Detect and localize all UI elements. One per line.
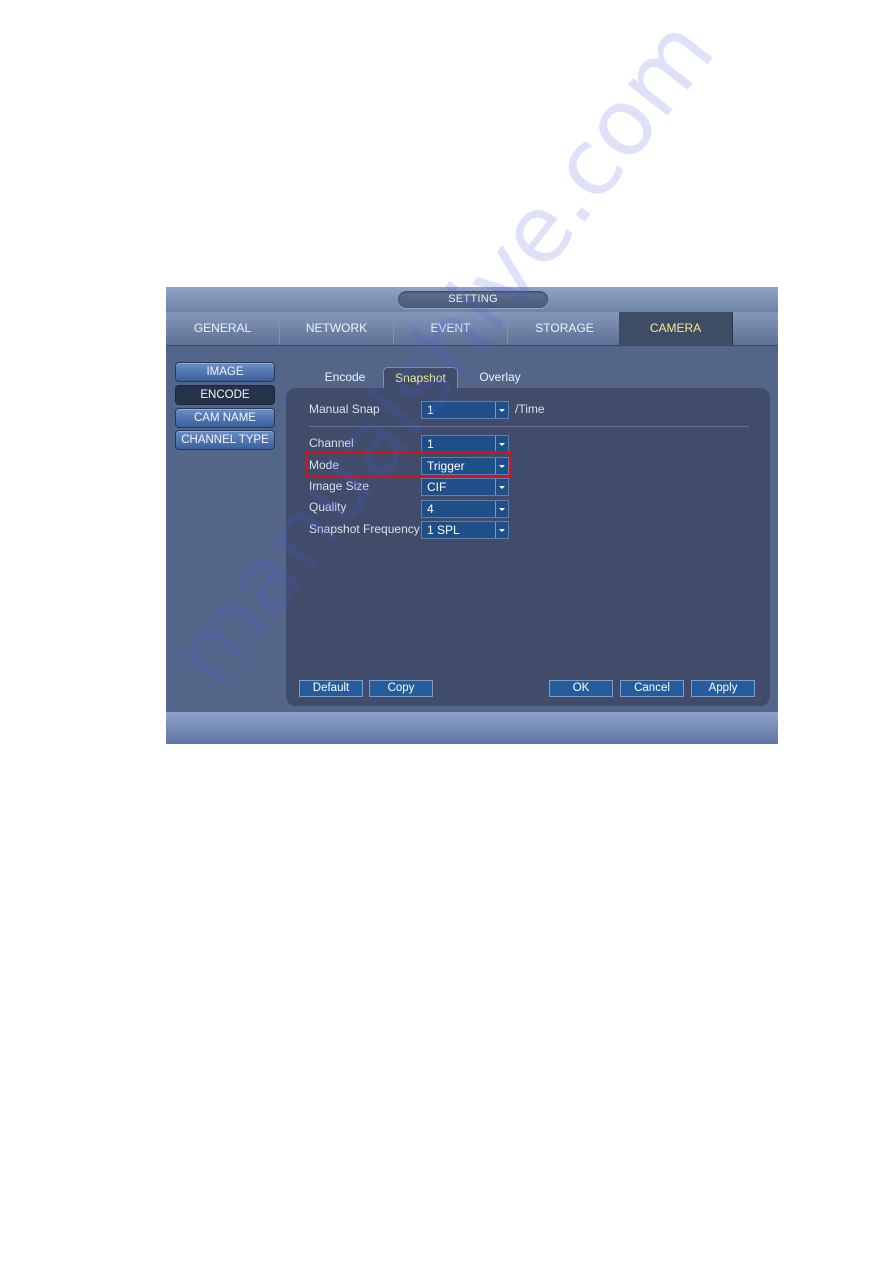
chevron-down-icon[interactable] (495, 501, 508, 517)
snapshot-frequency-select[interactable]: 1 SPL (421, 521, 509, 539)
subtab-snapshot[interactable]: Snapshot (383, 367, 458, 388)
content-area: IMAGE ENCODE CAM NAME CHANNEL TYPE Encod… (166, 346, 778, 712)
chevron-down-icon[interactable] (495, 436, 508, 452)
apply-button[interactable]: Apply (691, 680, 755, 697)
sidebar-item-channel-type[interactable]: CHANNEL TYPE (175, 430, 275, 450)
cancel-button[interactable]: Cancel (620, 680, 684, 697)
sidebar-item-encode[interactable]: ENCODE (175, 385, 275, 405)
snapshot-panel: Manual Snap 1 /Time Channel 1 Mode Trigg… (286, 388, 770, 706)
chevron-down-icon[interactable] (495, 479, 508, 495)
mode-select[interactable]: Trigger (421, 457, 509, 475)
image-size-select[interactable]: CIF (421, 478, 509, 496)
quality-value: 4 (427, 502, 434, 516)
tab-general[interactable]: GENERAL (166, 312, 280, 345)
divider (309, 426, 749, 427)
manual-snap-select[interactable]: 1 (421, 401, 509, 419)
mode-value: Trigger (427, 459, 465, 473)
title-bar: SETTING (166, 287, 778, 312)
subtab-encode[interactable]: Encode (316, 367, 374, 387)
tab-event[interactable]: EVENT (394, 312, 508, 345)
channel-label: Channel (309, 436, 354, 450)
sidebar-item-image[interactable]: IMAGE (175, 362, 275, 382)
subtab-overlay[interactable]: Overlay (470, 367, 530, 387)
manual-snap-label: Manual Snap (309, 402, 380, 416)
settings-window: SETTING GENERAL NETWORK EVENT STORAGE CA… (166, 287, 778, 744)
manual-snap-unit: /Time (515, 402, 545, 416)
tab-network[interactable]: NETWORK (280, 312, 394, 345)
default-button[interactable]: Default (299, 680, 363, 697)
mode-label: Mode (309, 458, 340, 472)
window-title: SETTING (398, 291, 548, 308)
snapshot-frequency-label: Snapshot Frequency (309, 522, 420, 536)
main-tab-bar: GENERAL NETWORK EVENT STORAGE CAMERA (166, 312, 778, 346)
image-size-value: CIF (427, 480, 447, 494)
quality-label: Quality (309, 500, 347, 514)
chevron-down-icon[interactable] (495, 458, 508, 474)
ok-button[interactable]: OK (549, 680, 613, 697)
copy-button[interactable]: Copy (369, 680, 433, 697)
image-size-label: Image Size (309, 479, 370, 493)
quality-select[interactable]: 4 (421, 500, 509, 518)
tab-camera[interactable]: CAMERA (619, 312, 733, 345)
tab-storage[interactable]: STORAGE (508, 312, 622, 345)
sidebar-item-cam-name[interactable]: CAM NAME (175, 408, 275, 428)
chevron-down-icon[interactable] (495, 522, 508, 538)
chevron-down-icon[interactable] (495, 402, 508, 418)
status-bar (166, 712, 778, 744)
snapshot-frequency-value: 1 SPL (427, 523, 460, 537)
manual-snap-value: 1 (427, 403, 434, 417)
